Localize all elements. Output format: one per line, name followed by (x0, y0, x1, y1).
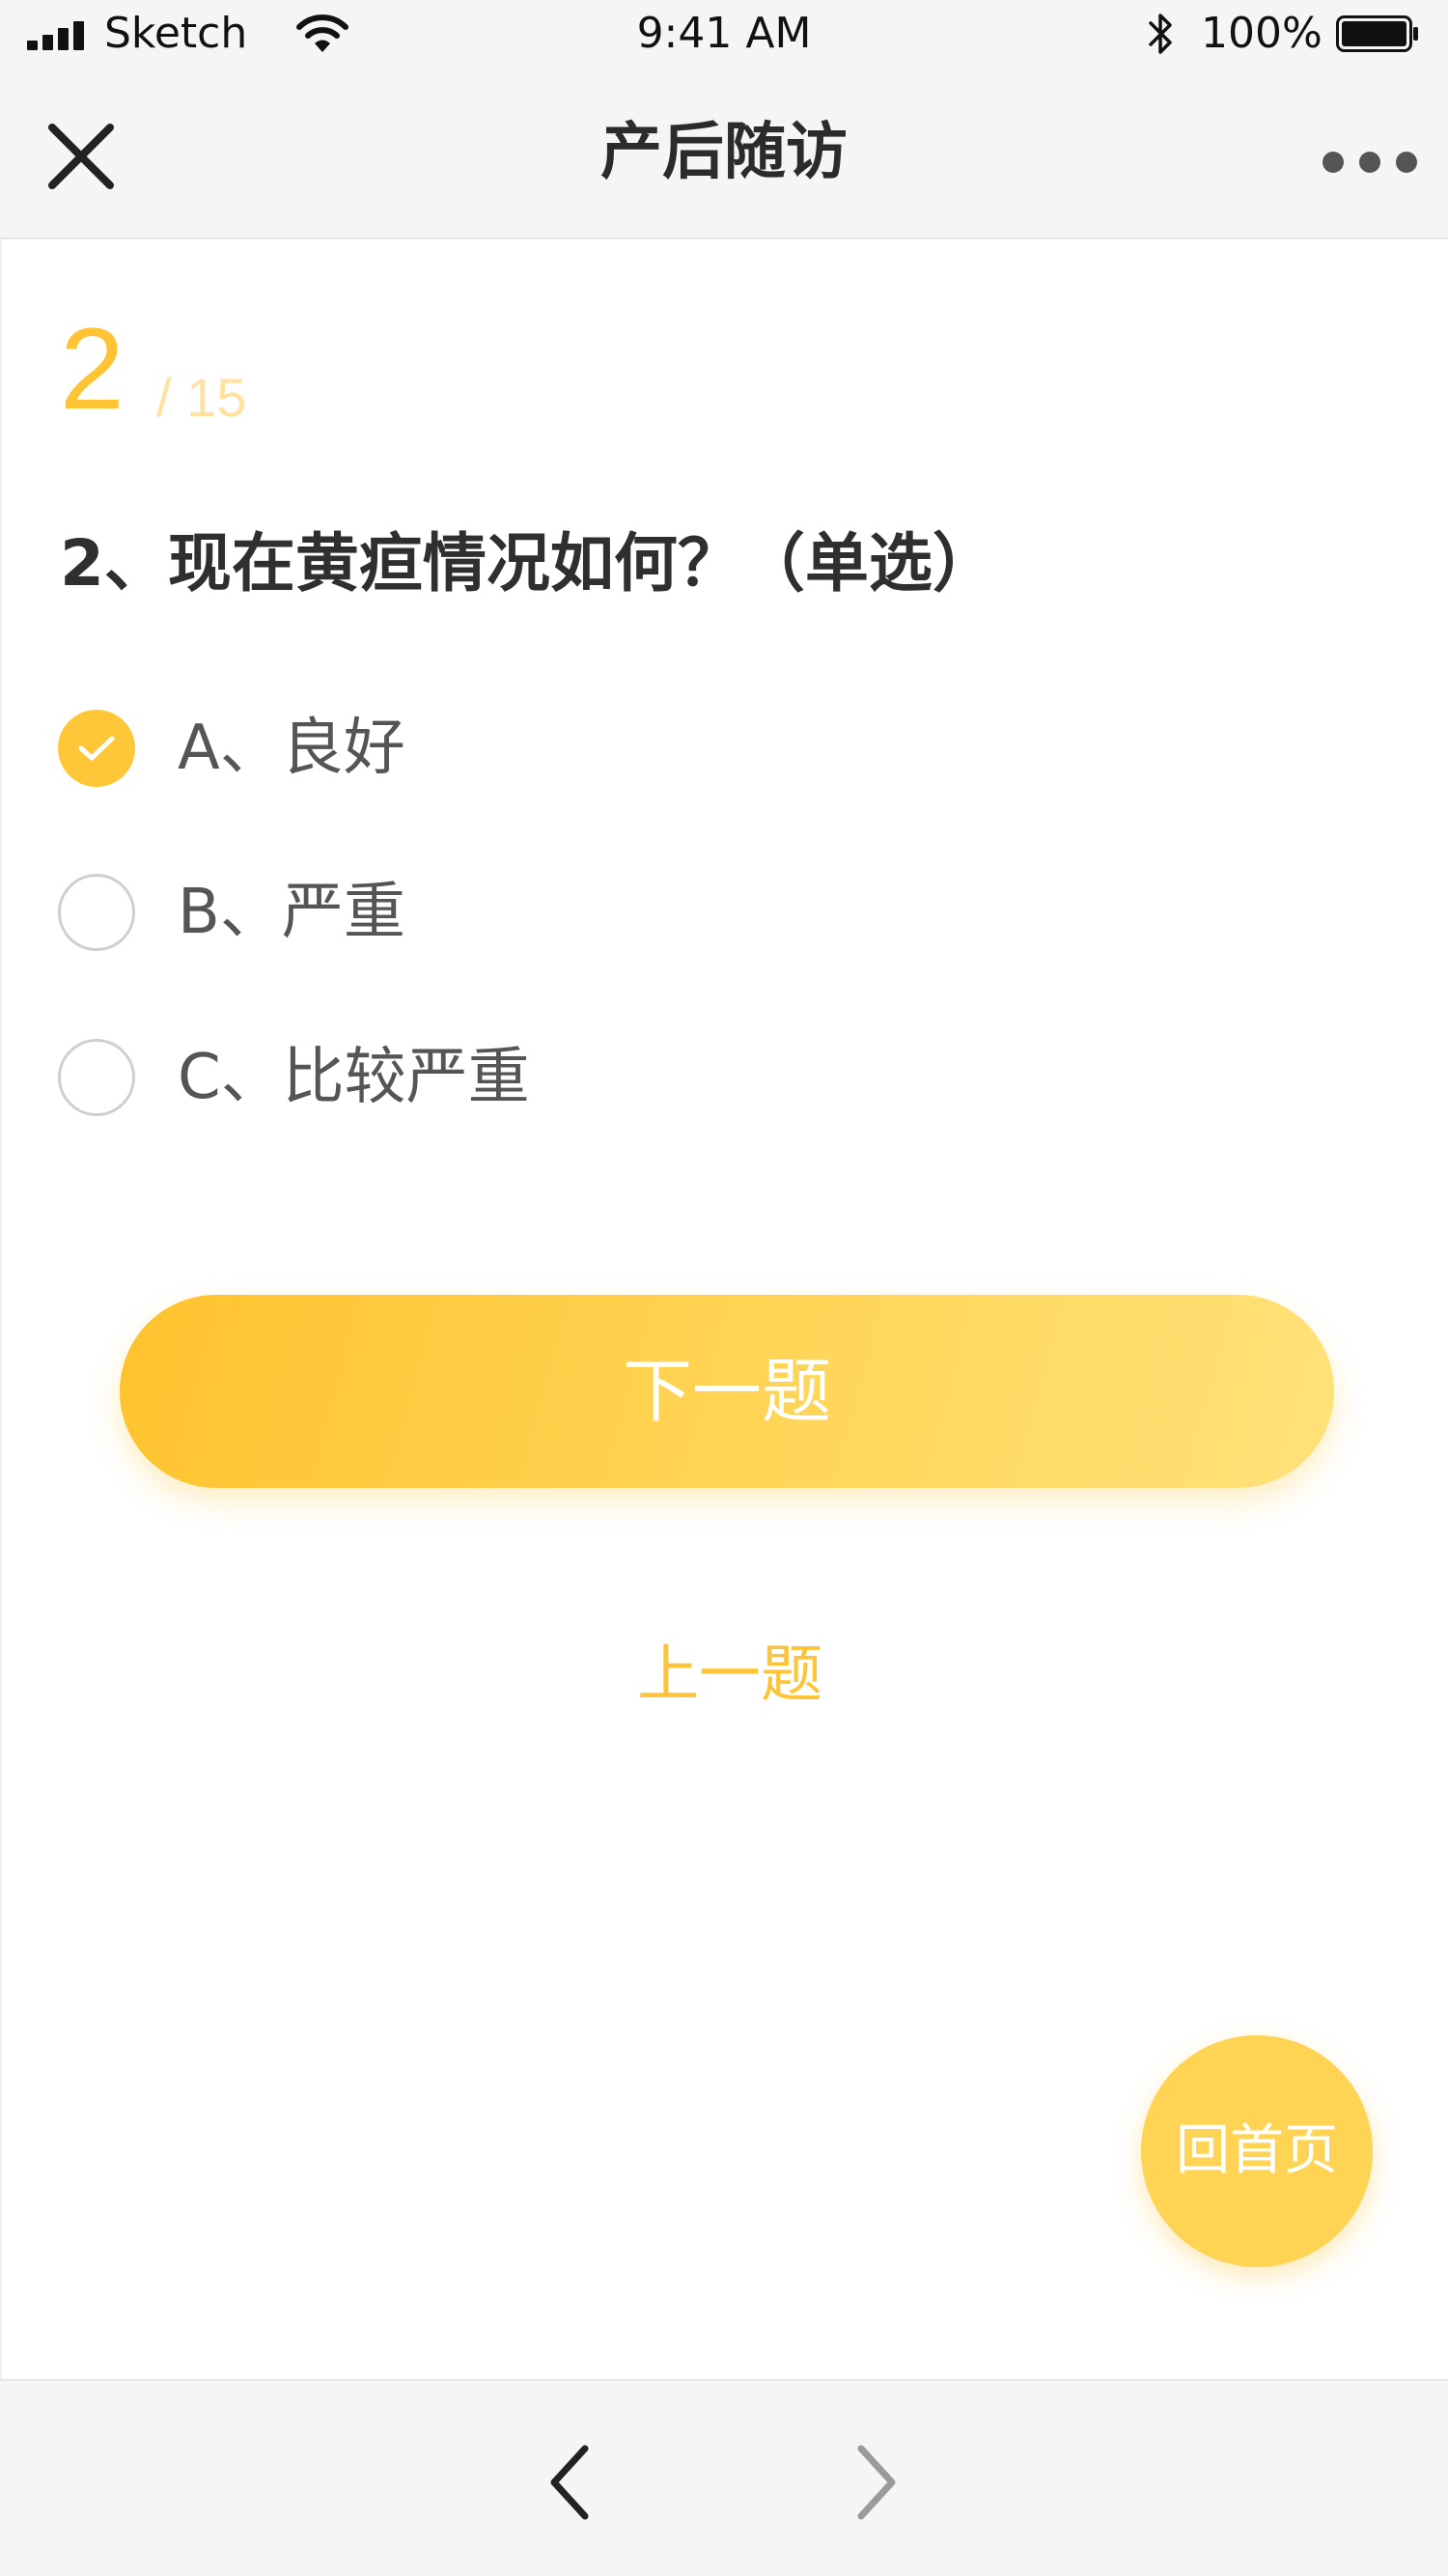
chevron-right-icon[interactable] (848, 2441, 905, 2524)
battery-percent: 100% (1201, 9, 1323, 58)
option-a[interactable]: A、良好 (58, 700, 1390, 797)
check-icon (78, 736, 115, 761)
progress-current: 2 (60, 304, 125, 434)
next-question-button[interactable]: 下一题 (120, 1295, 1334, 1488)
nav-bar: 产后随访 (0, 70, 1448, 239)
previous-question-link[interactable]: 上一题 (6, 1632, 1448, 1719)
option-label: B、严重 (178, 877, 405, 948)
option-b[interactable]: B、严重 (58, 864, 1390, 961)
option-label: C、比较严重 (178, 1042, 530, 1113)
bluetooth-icon (1149, 14, 1172, 54)
content-edge (0, 239, 2, 2379)
question-progress: 2 / 15 (60, 301, 446, 436)
option-label: A、良好 (178, 713, 405, 784)
more-icon[interactable] (1323, 147, 1419, 176)
option-c[interactable]: C、比较严重 (58, 1029, 1390, 1126)
progress-total: / 15 (156, 367, 247, 428)
status-bar: Sketch 9:41 AM 100% (0, 0, 1448, 70)
radio-checked-icon[interactable] (58, 710, 135, 787)
question-text: 2、现在黄疸情况如何？（单选） (60, 526, 996, 601)
home-button[interactable]: 回首页 (1141, 2035, 1373, 2267)
chevron-left-icon[interactable] (541, 2441, 599, 2524)
radio-unchecked-icon[interactable] (58, 874, 135, 951)
page-title: 产后随访 (600, 117, 848, 188)
battery-icon (1336, 15, 1418, 52)
page: Sketch 9:41 AM 100% 产后随访 2 / 15 2、现在黄疸情况… (0, 0, 1448, 2576)
radio-unchecked-icon[interactable] (58, 1039, 135, 1116)
browser-toolbar (0, 2379, 1448, 2576)
